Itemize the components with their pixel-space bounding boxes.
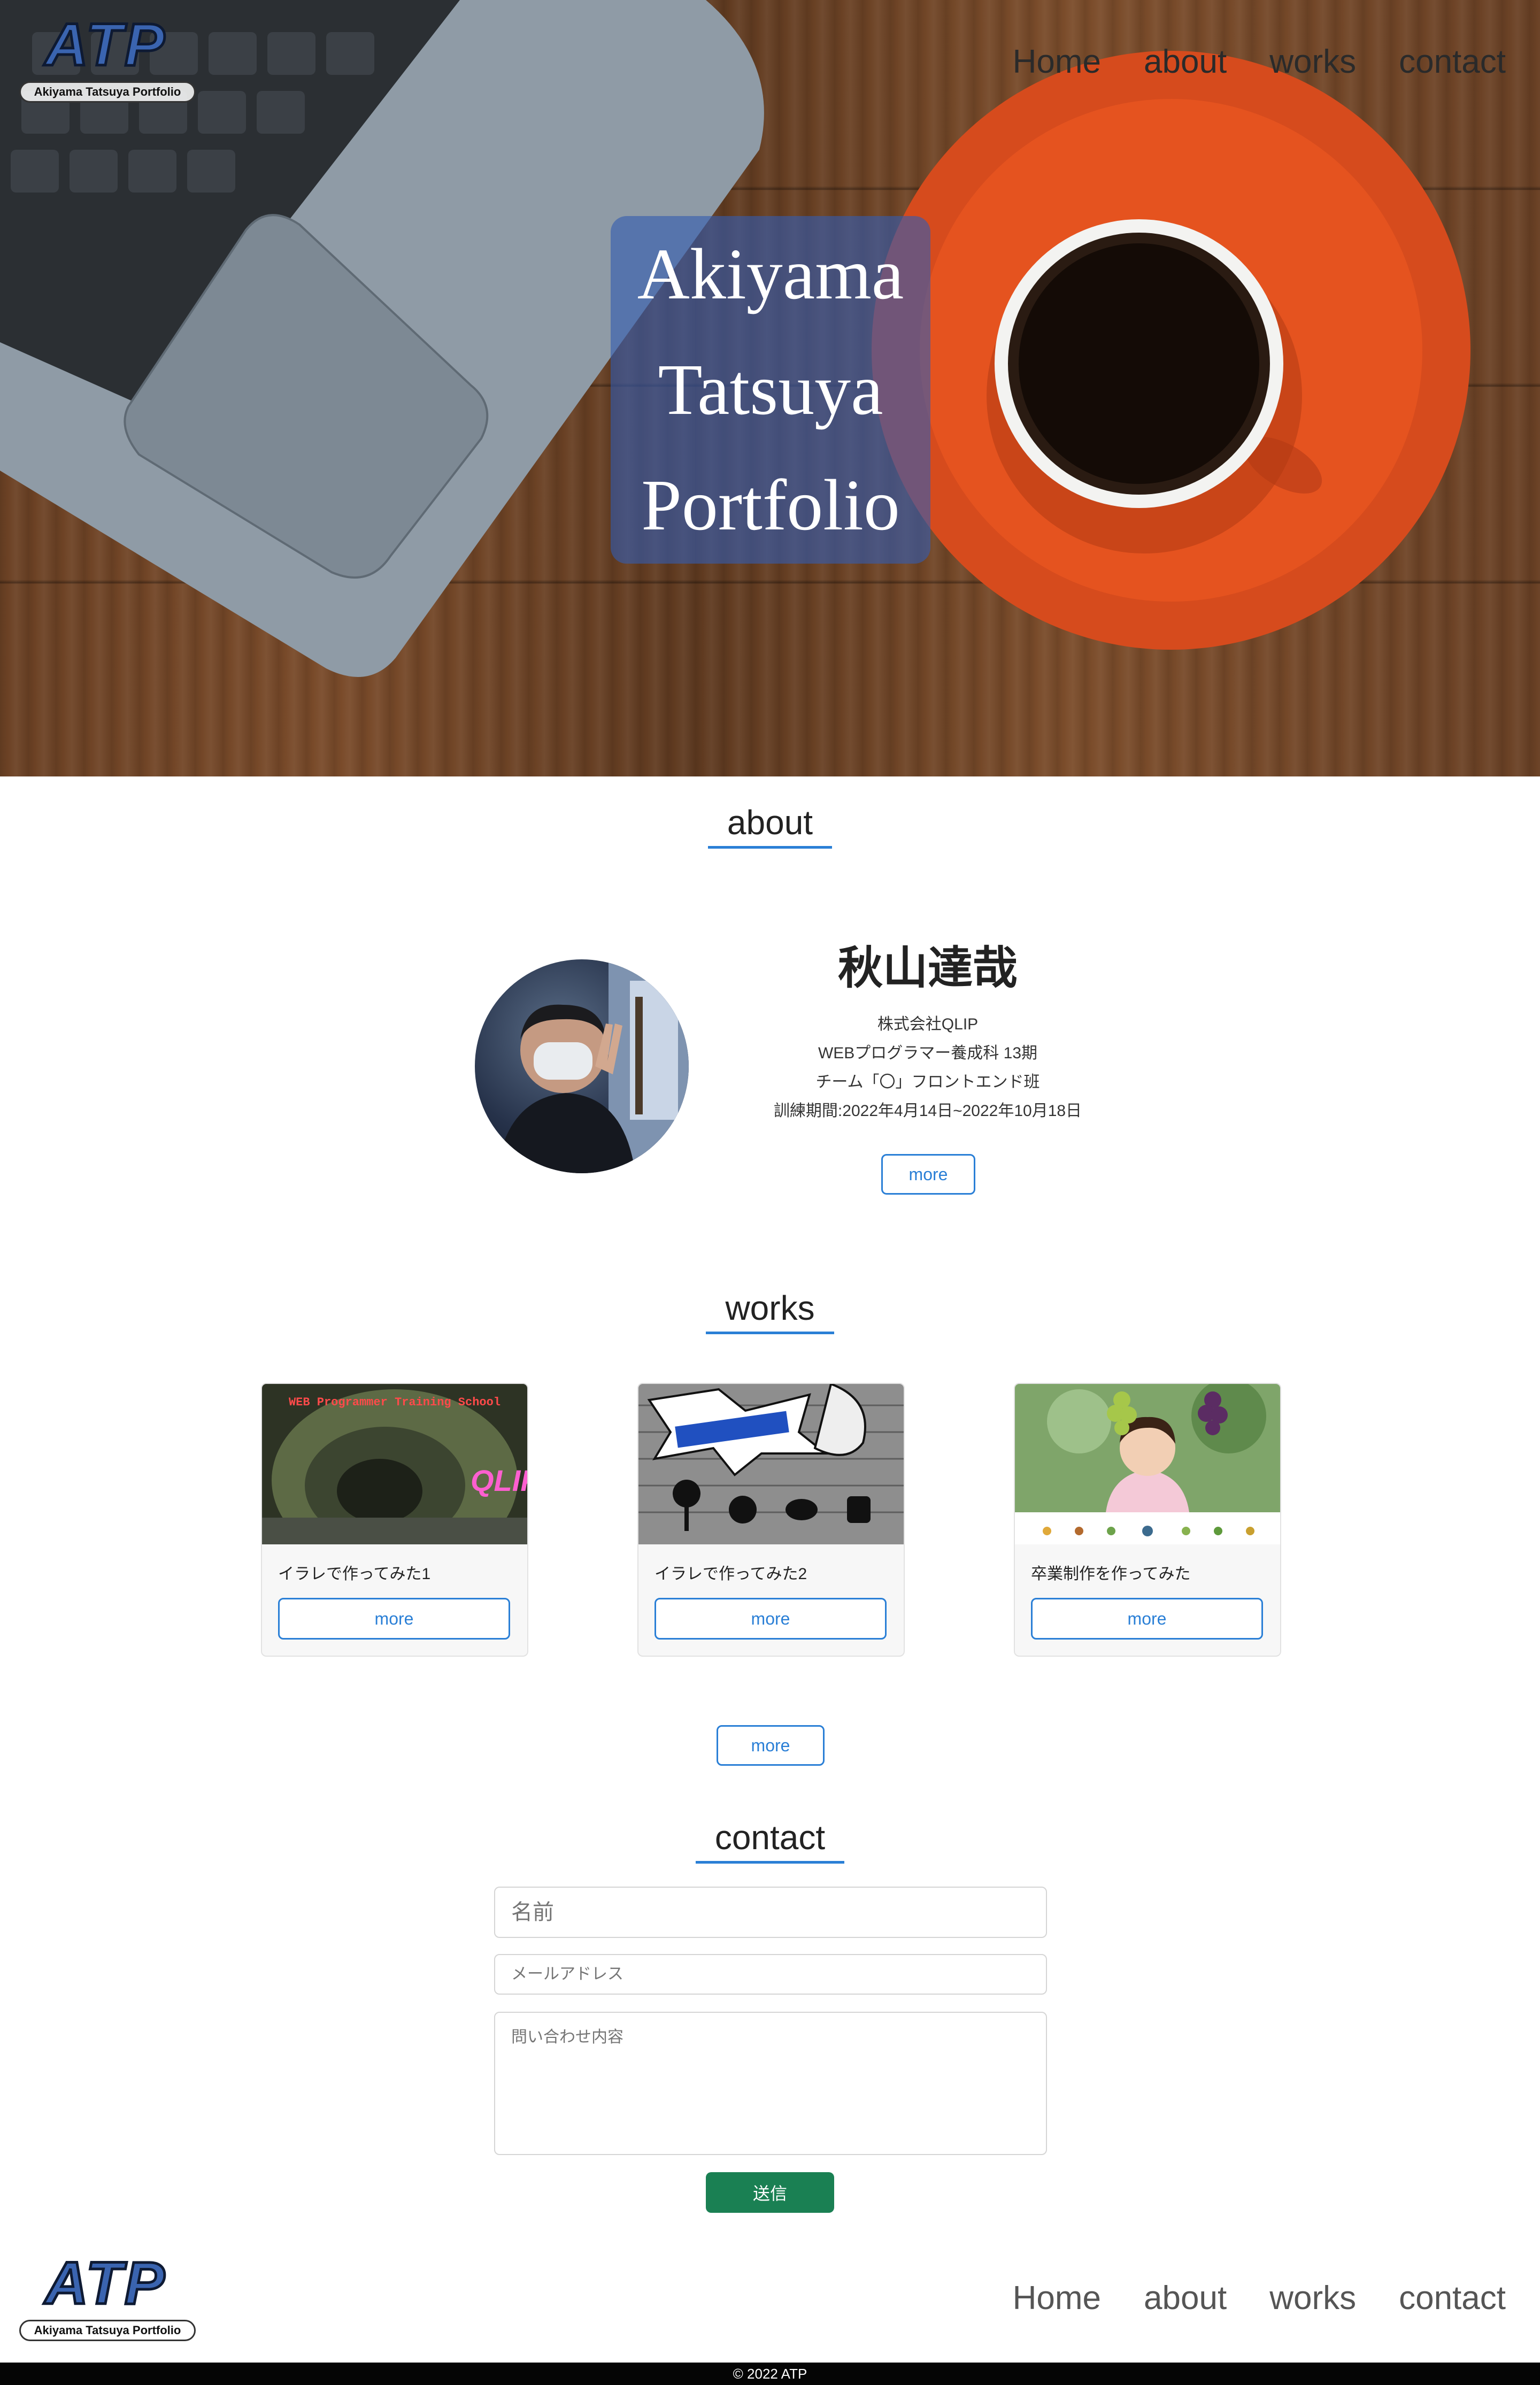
- work-thumbnail-3: [1015, 1384, 1280, 1544]
- profile-name: 秋山達哉: [837, 942, 1018, 994]
- works-heading: works: [706, 1288, 834, 1334]
- header-nav: Home about works contact: [1013, 43, 1506, 81]
- work-card-3[interactable]: 卒業制作を作ってみた more: [1014, 1383, 1281, 1657]
- email-input[interactable]: [494, 1954, 1047, 1995]
- contact-heading: contact: [695, 1817, 845, 1864]
- profile-course: WEBプログラマー養成科 13期: [818, 1044, 1038, 1062]
- work-more-button[interactable]: more: [654, 1598, 887, 1640]
- about-heading-wrap: about: [0, 802, 1540, 849]
- nav-link-about[interactable]: about: [1144, 43, 1227, 81]
- nav-link-home[interactable]: Home: [1013, 43, 1101, 81]
- footer-nav: Home about works contact: [1013, 2279, 1506, 2317]
- hero-title-line: Akiyama: [637, 234, 904, 314]
- nav-link-works[interactable]: works: [1269, 43, 1356, 81]
- hero-section: ATP Akiyama Tatsuya Portfolio Home about…: [0, 0, 1540, 776]
- profile-team: チーム「〇」フロントエンド班: [815, 1073, 1040, 1091]
- footer-logo[interactable]: ATP Akiyama Tatsuya Portfolio: [19, 2250, 196, 2342]
- copyright-text: © 2022 ATP: [733, 2366, 807, 2382]
- logo-mark: ATP: [44, 2250, 167, 2317]
- profile-avatar: [475, 959, 689, 1173]
- thumb-neon-logo: QLIP: [471, 1464, 527, 1497]
- work-caption: 卒業制作を作ってみた: [1031, 1565, 1191, 1583]
- works-heading-wrap: works: [0, 1288, 1540, 1334]
- work-thumbnail-2: [638, 1384, 904, 1544]
- profile-company: 株式会社QLIP: [877, 1015, 979, 1033]
- contact-heading-wrap: contact: [0, 1817, 1540, 1864]
- logo-subtitle: Akiyama Tatsuya Portfolio: [19, 2320, 196, 2341]
- name-input[interactable]: [494, 1887, 1047, 1938]
- logo-mark: ATP: [44, 11, 167, 78]
- hero-title-box: Akiyama Tatsuya Portfolio: [611, 216, 930, 564]
- work-more-button[interactable]: more: [278, 1598, 510, 1640]
- copyright-bar: © 2022 ATP: [0, 2363, 1540, 2385]
- work-card-1[interactable]: WEB Programmer Training School QLIP イラレで…: [261, 1383, 528, 1657]
- footer-nav-link-home[interactable]: Home: [1013, 2279, 1101, 2317]
- hero-title-line: Portfolio: [641, 465, 900, 545]
- nav-link-contact[interactable]: contact: [1399, 43, 1506, 81]
- thumb-sign-text: WEB Programmer Training School: [289, 1396, 500, 1409]
- header-logo[interactable]: ATP Akiyama Tatsuya Portfolio: [19, 11, 196, 104]
- work-caption: イラレで作ってみた2: [654, 1565, 807, 1583]
- submit-button[interactable]: 送信: [706, 2172, 834, 2213]
- profile-card: 秋山達哉 株式会社QLIP WEBプログラマー養成科 13期 チーム「〇」フロン…: [738, 938, 1118, 1126]
- footer-nav-link-works[interactable]: works: [1269, 2279, 1356, 2317]
- works-more-button[interactable]: more: [717, 1725, 825, 1766]
- profile-period: 訓練期間:2022年4月14日~2022年10月18日: [773, 1102, 1082, 1120]
- about-more-button[interactable]: more: [881, 1154, 975, 1195]
- footer-nav-link-contact[interactable]: contact: [1399, 2279, 1506, 2317]
- message-textarea[interactable]: [494, 2012, 1047, 2155]
- work-more-button[interactable]: more: [1031, 1598, 1263, 1640]
- avatar-photo: [496, 959, 689, 1173]
- hero-title-line: Tatsuya: [658, 350, 883, 430]
- footer-nav-link-about[interactable]: about: [1144, 2279, 1227, 2317]
- about-heading: about: [707, 802, 833, 849]
- work-caption: イラレで作ってみた1: [278, 1565, 431, 1583]
- work-card-2[interactable]: イラレで作ってみた2 more: [637, 1383, 905, 1657]
- coffee-cup-image: [872, 51, 1470, 650]
- logo-subtitle: Akiyama Tatsuya Portfolio: [19, 81, 196, 103]
- work-thumbnail-1: WEB Programmer Training School QLIP: [262, 1384, 527, 1544]
